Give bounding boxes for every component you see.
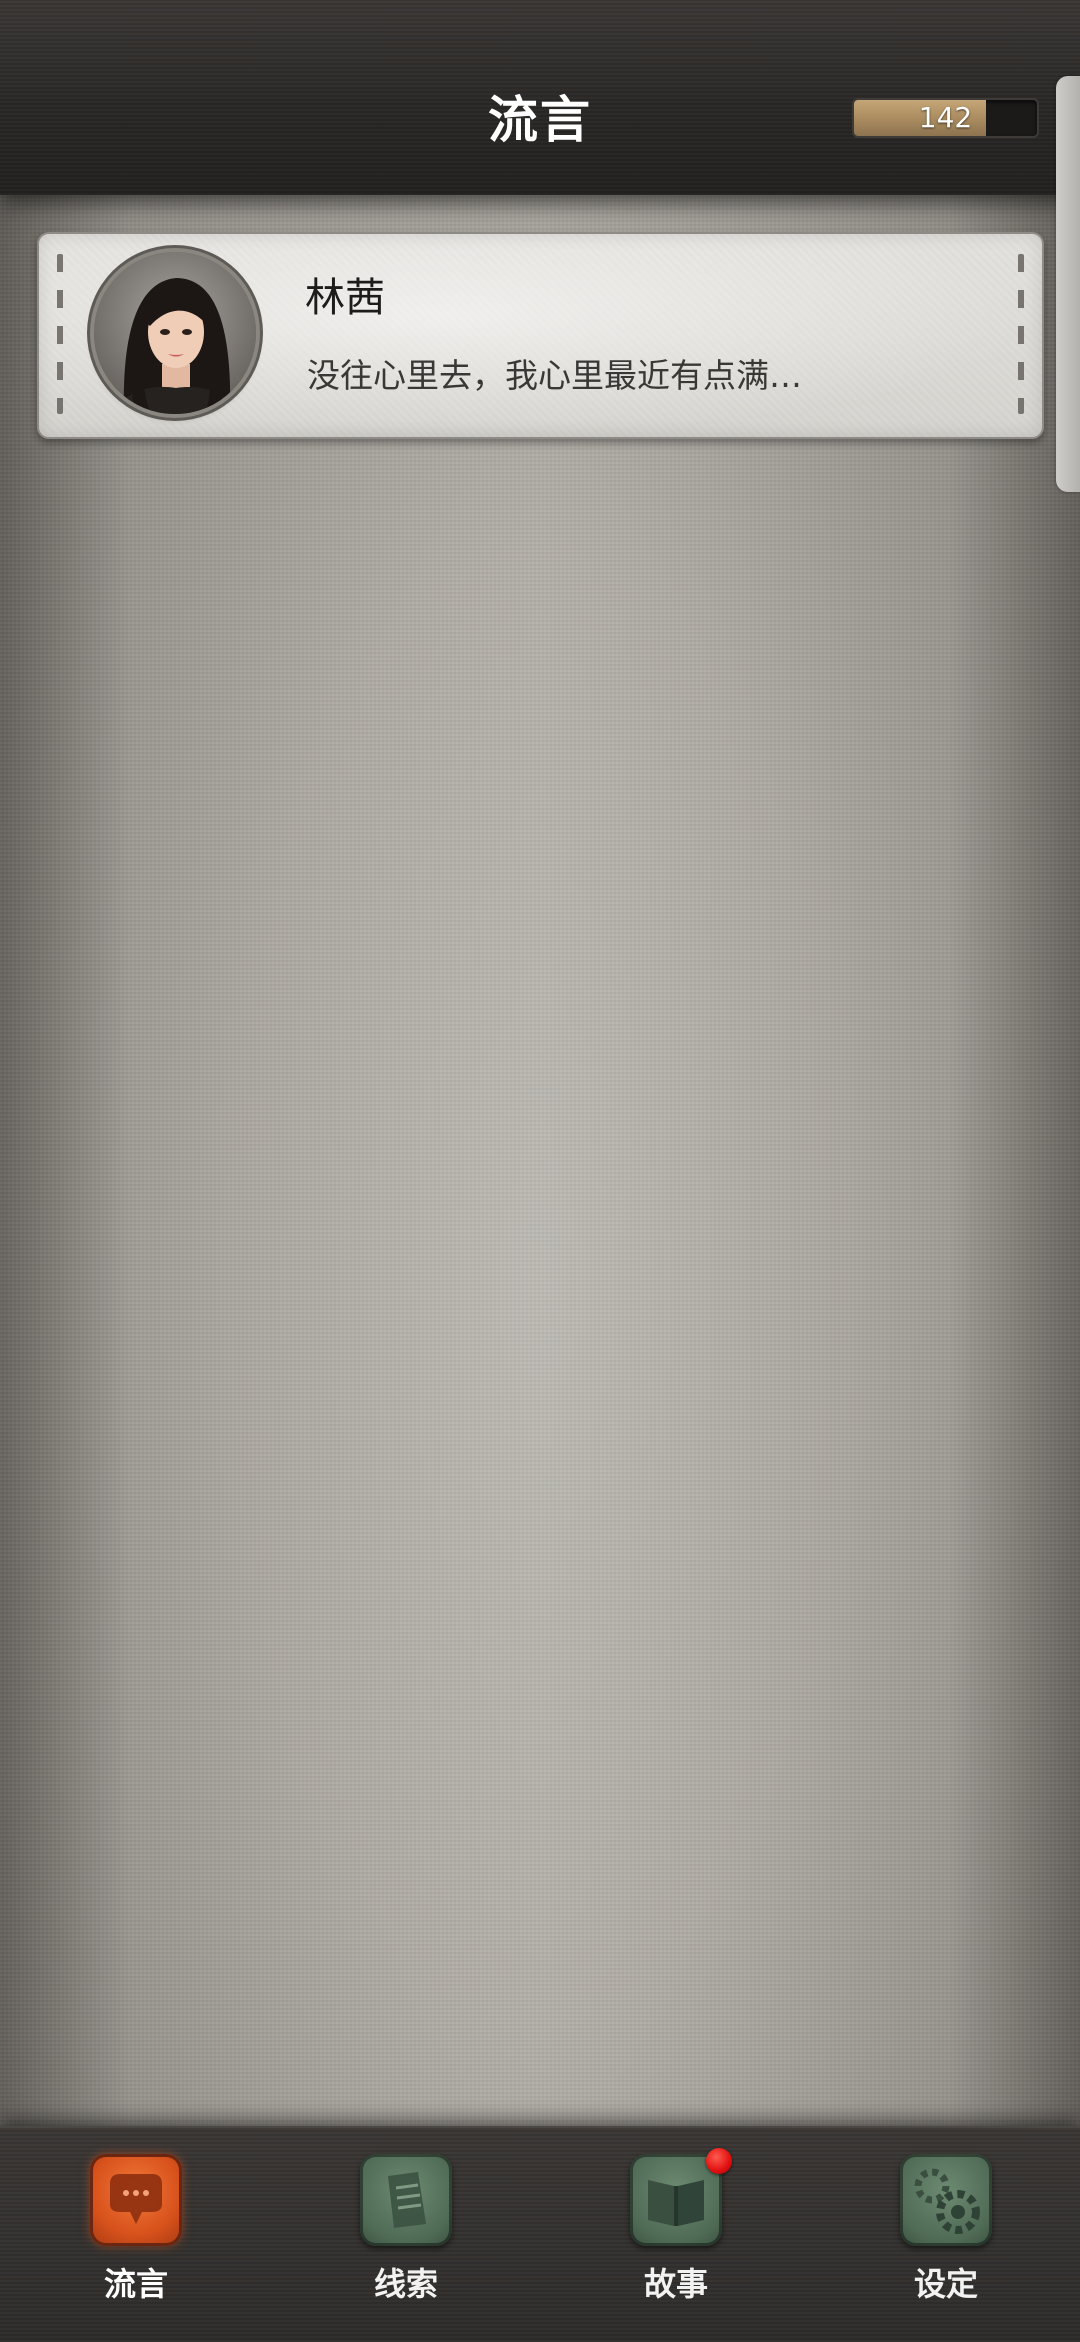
header-bar: 流言 142 [0,0,1080,195]
speech-bubble-icon[interactable] [90,2154,182,2246]
card-stitch-decoration-right [1018,254,1024,414]
document-icon[interactable] [360,2154,452,2246]
avatar-woman-portrait-icon [94,252,256,414]
nav-label-rumors: 流言 [103,2265,168,2303]
currency-counter[interactable]: 142 [852,98,1039,138]
bottom-navigation: 流言 线索 故事 设定 [0,2126,1080,2342]
message-preview: 没往心里去，我心里最近有点满… [307,356,802,395]
nav-item-settings[interactable]: 设定 [866,2154,1026,2324]
card-stitch-decoration-left [57,254,63,414]
nav-item-stories[interactable]: 故事 [596,2148,756,2324]
contact-name: 林茜 [305,275,385,321]
nav-item-clues[interactable]: 线索 [326,2154,486,2324]
nav-label-settings: 设定 [913,2265,978,2303]
nav-label-stories: 故事 [643,2265,708,2303]
avatar[interactable] [94,252,256,414]
message-list-item[interactable]: 林茜 没往心里去，我心里最近有点满… [37,232,1044,439]
nav-label-clues: 线索 [373,2265,438,2303]
counter-value: 142 [918,101,973,134]
scrollbar[interactable] [1056,76,1080,492]
notification-badge [706,2148,732,2174]
gear-icon[interactable] [900,2154,992,2246]
nav-item-rumors[interactable]: 流言 [56,2154,216,2324]
